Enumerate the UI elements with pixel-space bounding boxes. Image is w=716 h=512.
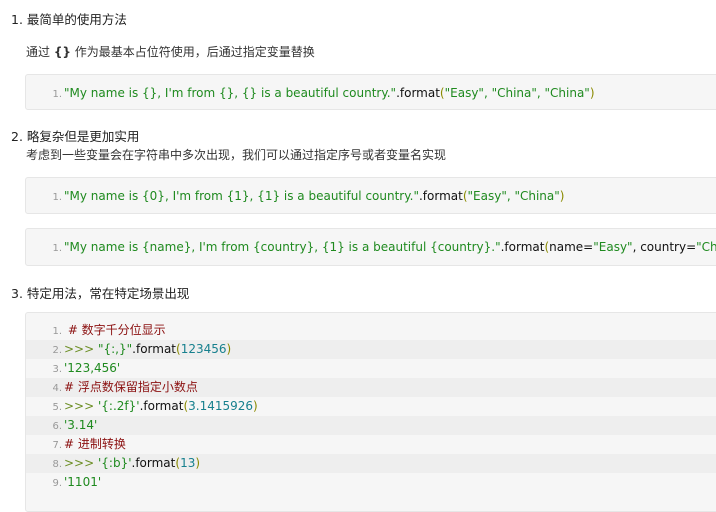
code-token: "{:,}" — [97, 342, 133, 356]
code-line: 1. # 数字千分位显示 — [26, 321, 716, 340]
code-token: "My name is {name}, I'm from {country}, … — [64, 240, 501, 254]
line-number: 5. — [52, 402, 62, 413]
code-output: '3.14' — [64, 418, 98, 432]
line-number: 1. — [52, 326, 62, 337]
code-token: .format — [418, 189, 463, 203]
code-prompt: >>> — [64, 399, 98, 413]
line-number: 8. — [52, 459, 62, 470]
line-number: 7. — [52, 440, 62, 451]
code-token: '{:b}' — [97, 456, 132, 470]
code-token: "Easy", "China", "China" — [444, 86, 590, 100]
line-number: 4. — [52, 383, 62, 394]
code-comment: # 数字千分位显示 — [64, 323, 166, 337]
para-text: 作为最基本占位符使用，后通过指定变量替换 — [70, 45, 315, 59]
code-token: country= — [640, 240, 697, 254]
code-block-4: 1. # 数字千分位显示 2. >>> "{:,}".format(123456)… — [25, 312, 716, 512]
code-line: 2. >>> "{:,}".format(123456) — [26, 340, 716, 359]
code-token: 13 — [180, 456, 196, 470]
code-token: ) — [559, 189, 565, 203]
code-token: ) — [195, 456, 201, 470]
line-number: 1. — [52, 243, 62, 254]
code-token: .format — [132, 342, 177, 356]
code-token: .format — [396, 86, 440, 100]
code-token: "My name is {0}, I'm from {1}, {1} is a … — [64, 189, 419, 203]
code-line: 5. >>> '{:.2f}'.format(3.1415926) — [26, 397, 716, 416]
code-token: "My name is {}, I'm from {}, {} is a bea… — [64, 86, 397, 100]
heading-special-usage: 3. 特定用法，常在特定场景出现 — [11, 286, 190, 301]
code-line: 9. '1101' — [26, 473, 716, 492]
code-token: name= — [549, 240, 594, 254]
code-line: 1. "My name is {}, I'm from {}, {} is a b… — [26, 84, 716, 103]
para-text: 通过 — [26, 45, 54, 59]
line-number: 1. — [52, 89, 62, 100]
heading-complex-usage: 2. 略复杂但是更加实用 — [11, 129, 140, 144]
code-token: ) — [226, 342, 232, 356]
code-output: '1101' — [64, 475, 102, 489]
code-line: 4. # 浮点数保留指定小数点 — [26, 378, 716, 397]
code-block-2: 1. "My name is {0}, I'm from {1}, {1} is … — [25, 177, 716, 214]
code-line: 1. "My name is {name}, I'm from {country}… — [26, 238, 716, 257]
heading-simple-usage: 1. 最简单的使用方法 — [11, 12, 127, 27]
code-token: "Easy", "China" — [467, 189, 560, 203]
code-comment: # 浮点数保留指定小数点 — [64, 380, 198, 394]
code-token: .format — [131, 456, 176, 470]
line-number: 2. — [52, 345, 62, 356]
paragraph-simple-usage: 通过 {} 作为最基本占位符使用，后通过指定变量替换 — [26, 43, 315, 60]
code-block-1: 1. "My name is {}, I'm from {}, {} is a b… — [25, 74, 716, 110]
code-prompt: >>> — [64, 456, 98, 470]
code-token: ) — [253, 399, 258, 413]
code-token: "Easy" — [593, 240, 633, 254]
code-token: 123456 — [180, 342, 227, 356]
code-block-3: 1. "My name is {name}, I'm from {country}… — [25, 228, 716, 266]
code-prompt: >>> — [64, 342, 98, 356]
code-token: '{:.2f}' — [97, 399, 140, 413]
code-line: 1. "My name is {0}, I'm from {1}, {1} is … — [26, 187, 716, 206]
code-token: .format — [139, 399, 184, 413]
line-number: 9. — [52, 478, 62, 489]
code-token: ) — [589, 86, 595, 100]
para-bold: {} — [53, 45, 71, 59]
code-token: 3.1415926 — [188, 399, 254, 413]
code-comment: # 进制转换 — [64, 437, 126, 451]
code-line: 8. >>> '{:b}'.format(13) — [26, 454, 716, 473]
paragraph-complex-usage: 考虑到一些变量会在字符串中多次出现，我们可以通过指定序号或者变量名实现 — [26, 148, 447, 162]
code-line: 6. '3.14' — [26, 416, 716, 435]
line-number: 3. — [52, 364, 62, 375]
line-number: 1. — [52, 192, 62, 203]
code-token: "China" — [696, 240, 716, 254]
code-line: 7. # 进制转换 — [26, 435, 716, 454]
code-line: 3. '123,456' — [26, 359, 716, 378]
line-number: 6. — [52, 421, 62, 432]
code-token: .format — [500, 240, 545, 254]
code-output: '123,456' — [64, 361, 121, 375]
